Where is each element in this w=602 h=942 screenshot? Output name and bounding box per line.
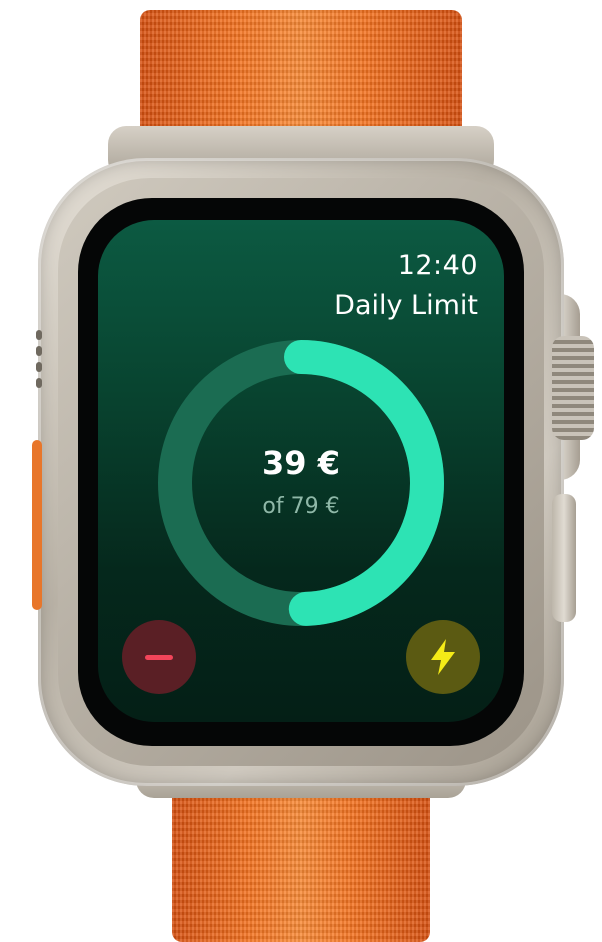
side-button[interactable] <box>552 494 576 622</box>
digital-crown[interactable] <box>552 336 594 440</box>
spent-amount: 39 € <box>262 444 340 482</box>
page-title: Daily Limit <box>334 290 478 321</box>
watch-mockup: 12:40 Daily Limit 39 € of 79 € <box>0 0 602 942</box>
speaker-hole <box>36 362 42 372</box>
lightning-bolt-icon <box>431 639 455 675</box>
speaker-hole <box>36 330 42 340</box>
status-time: 12:40 <box>397 250 478 281</box>
watch-screen: 12:40 Daily Limit 39 € of 79 € <box>98 220 504 722</box>
decrease-button[interactable] <box>122 620 196 694</box>
boost-button[interactable] <box>406 620 480 694</box>
watch-band-bottom <box>172 778 430 942</box>
speaker-hole <box>36 378 42 388</box>
limit-amount: of 79 € <box>262 494 340 519</box>
minus-icon <box>145 655 173 660</box>
speaker-hole <box>36 346 42 356</box>
daily-limit-progress-ring <box>158 340 444 626</box>
action-button[interactable] <box>32 440 42 610</box>
